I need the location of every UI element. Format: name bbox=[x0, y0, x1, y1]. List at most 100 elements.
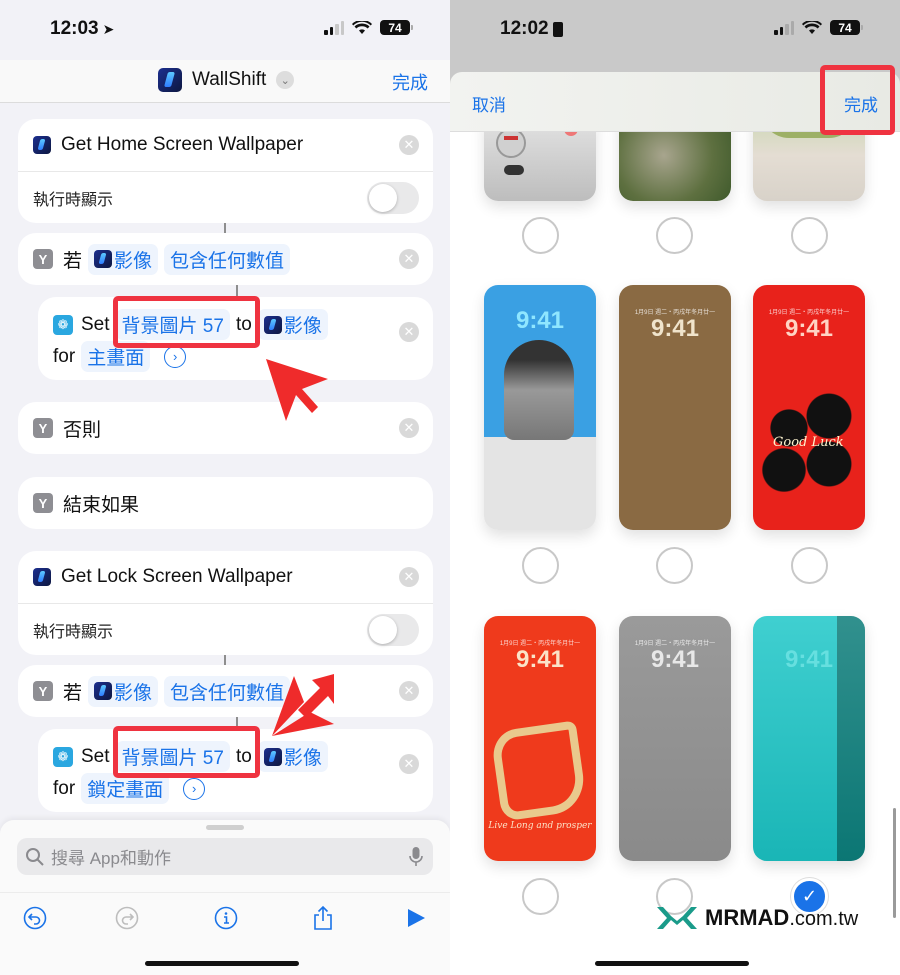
remove-action-button[interactable]: ✕ bbox=[399, 418, 419, 438]
show-when-run-label: 執行時顯示 bbox=[33, 191, 114, 209]
wallpaper-thumb[interactable]: 1月9日 週二・丙戌年冬月廿一 9:41 Good Luck bbox=[753, 285, 865, 530]
remove-action-button[interactable]: ✕ bbox=[399, 135, 419, 155]
action-get-lock-wallpaper[interactable]: Get Lock Screen Wallpaper ✕ 執行時顯示 bbox=[18, 551, 433, 655]
if-branch-icon: Y bbox=[33, 249, 53, 269]
condition-token[interactable]: 包含任何數值 bbox=[164, 243, 291, 275]
wallpaper-thumb[interactable]: 1月9日 週二・丙戌年冬月廿一 9:41 bbox=[619, 616, 731, 861]
wallpaper-thumb[interactable]: 1月9日 週二・丙戌年冬月廿一 9:41 Live Long and prosp… bbox=[484, 616, 596, 861]
wallpaper-time: 9:41 bbox=[650, 315, 700, 342]
battery-level: 74 bbox=[838, 20, 852, 35]
scrollbar[interactable] bbox=[893, 808, 896, 918]
variable-token[interactable]: 影像 bbox=[88, 675, 159, 707]
annotation-arrow-icon bbox=[272, 674, 334, 736]
select-radio[interactable] bbox=[656, 547, 693, 584]
action-end-if[interactable]: Y 結束如果 bbox=[18, 477, 433, 529]
wifi-icon bbox=[352, 20, 372, 34]
cancel-button[interactable]: 取消 bbox=[472, 91, 506, 116]
remove-action-button[interactable]: ✕ bbox=[399, 754, 419, 774]
action-if[interactable]: Y 若 影像 包含任何數值 ✕ bbox=[18, 665, 433, 717]
home-indicator bbox=[145, 961, 299, 966]
highlight-box bbox=[113, 296, 260, 348]
remove-action-button[interactable]: ✕ bbox=[399, 249, 419, 269]
set-verb: Set bbox=[81, 745, 110, 767]
wallpaper-time: 9:41 bbox=[784, 315, 834, 342]
select-radio[interactable] bbox=[522, 878, 559, 915]
for-label: for bbox=[53, 777, 76, 799]
if-keyword: 若 bbox=[63, 250, 83, 272]
variable-token[interactable]: 影像 bbox=[257, 309, 328, 340]
expand-chevron-icon[interactable]: › bbox=[183, 777, 206, 800]
if-branch-icon: Y bbox=[33, 681, 53, 701]
play-icon[interactable] bbox=[403, 905, 429, 931]
wallpaper-time: 9:41 bbox=[515, 307, 565, 334]
action-title: Get Lock Screen Wallpaper bbox=[61, 566, 293, 587]
action-get-home-wallpaper[interactable]: Get Home Screen Wallpaper ✕ 執行時顯示 bbox=[18, 119, 433, 223]
watermark-suffix: .com.tw bbox=[789, 908, 859, 930]
wallpaper-picker-panel: 12:02 74 取消 完成 9:41 1月9日 週二・丙戌年冬月廿一 9:41… bbox=[450, 0, 900, 975]
select-radio[interactable] bbox=[522, 547, 559, 584]
select-radio[interactable] bbox=[522, 217, 559, 254]
select-radio[interactable] bbox=[656, 217, 693, 254]
highlight-box bbox=[113, 726, 260, 778]
sheet-grabber[interactable] bbox=[206, 825, 244, 830]
wallshift-app-icon bbox=[94, 682, 113, 700]
nav-bar: WallShift ⌄ 完成 bbox=[0, 60, 450, 103]
action-otherwise[interactable]: Y 否則 ✕ bbox=[18, 402, 433, 454]
wallpaper-caption: Live Long and prosper bbox=[488, 821, 592, 831]
battery-icon: 74 bbox=[380, 20, 413, 35]
home-indicator bbox=[595, 961, 749, 966]
done-button[interactable]: 完成 bbox=[392, 69, 428, 95]
select-radio[interactable] bbox=[791, 547, 828, 584]
chevron-down-icon[interactable]: ⌄ bbox=[276, 71, 295, 89]
action-if[interactable]: Y 若 影像 包含任何數值 ✕ bbox=[18, 233, 433, 285]
microphone-icon[interactable] bbox=[409, 846, 423, 868]
wallpaper-caption: Good Luck bbox=[773, 435, 844, 450]
wallshift-app-icon bbox=[33, 136, 51, 154]
mrmad-logo-icon bbox=[657, 907, 697, 929]
status-time: 12:03 bbox=[50, 18, 99, 39]
remove-action-button[interactable]: ✕ bbox=[399, 567, 419, 587]
show-when-run-toggle[interactable] bbox=[367, 614, 419, 646]
remove-action-button[interactable]: ✕ bbox=[399, 681, 419, 701]
highlight-box bbox=[820, 65, 895, 135]
watermark: MRMAD.com.tw bbox=[655, 905, 858, 931]
show-when-run-label: 執行時顯示 bbox=[33, 623, 114, 641]
variable-label: 影像 bbox=[283, 748, 322, 769]
status-bar: 12:03 ➤ 74 bbox=[0, 0, 450, 60]
watermark-brand: MRMAD bbox=[705, 905, 790, 930]
variable-token[interactable]: 影像 bbox=[88, 243, 159, 275]
search-field[interactable]: 搜尋 App和動作 bbox=[17, 838, 433, 875]
wallpaper-settings-icon: ❁ bbox=[53, 314, 73, 335]
undo-icon[interactable] bbox=[22, 905, 48, 931]
wallpaper-thumb[interactable]: 9:41 bbox=[484, 285, 596, 530]
variable-label: 影像 bbox=[283, 316, 322, 337]
status-time: 12:02 bbox=[500, 18, 549, 39]
expand-chevron-icon[interactable]: › bbox=[164, 345, 187, 368]
redo-icon[interactable] bbox=[114, 905, 140, 931]
wallpaper-thumb[interactable]: 1月9日 週二・丙戌年冬月廿一 9:41 bbox=[619, 285, 731, 530]
for-label: for bbox=[53, 345, 76, 367]
variable-token[interactable]: 影像 bbox=[257, 741, 328, 772]
wallshift-app-icon bbox=[263, 315, 282, 334]
wallpaper-thumb[interactable]: 9:41 bbox=[753, 616, 865, 861]
shortcut-title-menu[interactable]: WallShift ⌄ bbox=[158, 68, 295, 92]
show-when-run-toggle[interactable] bbox=[367, 182, 419, 214]
shortcut-editor-panel: 12:03 ➤ 74 WallShift ⌄ 完成 Get Home Screen… bbox=[0, 0, 450, 975]
cellular-signal-icon bbox=[324, 20, 344, 35]
remove-action-button[interactable]: ✕ bbox=[399, 322, 419, 342]
cellular-signal-icon bbox=[774, 20, 794, 35]
select-radio[interactable] bbox=[791, 217, 828, 254]
wallpaper-settings-icon: ❁ bbox=[53, 746, 73, 767]
share-icon[interactable] bbox=[310, 905, 336, 931]
annotation-arrow-icon bbox=[266, 359, 328, 421]
wallshift-app-icon bbox=[158, 68, 182, 92]
wallpaper-time: 9:41 bbox=[515, 646, 565, 673]
end-if-label: 結束如果 bbox=[63, 494, 140, 516]
action-search-sheet: 搜尋 App和動作 bbox=[0, 820, 450, 975]
variable-label: 影像 bbox=[114, 250, 153, 272]
if-keyword: 若 bbox=[63, 682, 83, 704]
variable-label: 影像 bbox=[114, 682, 153, 704]
otherwise-label: 否則 bbox=[63, 419, 102, 441]
info-icon[interactable] bbox=[213, 905, 239, 931]
id-card-icon bbox=[552, 21, 563, 37]
